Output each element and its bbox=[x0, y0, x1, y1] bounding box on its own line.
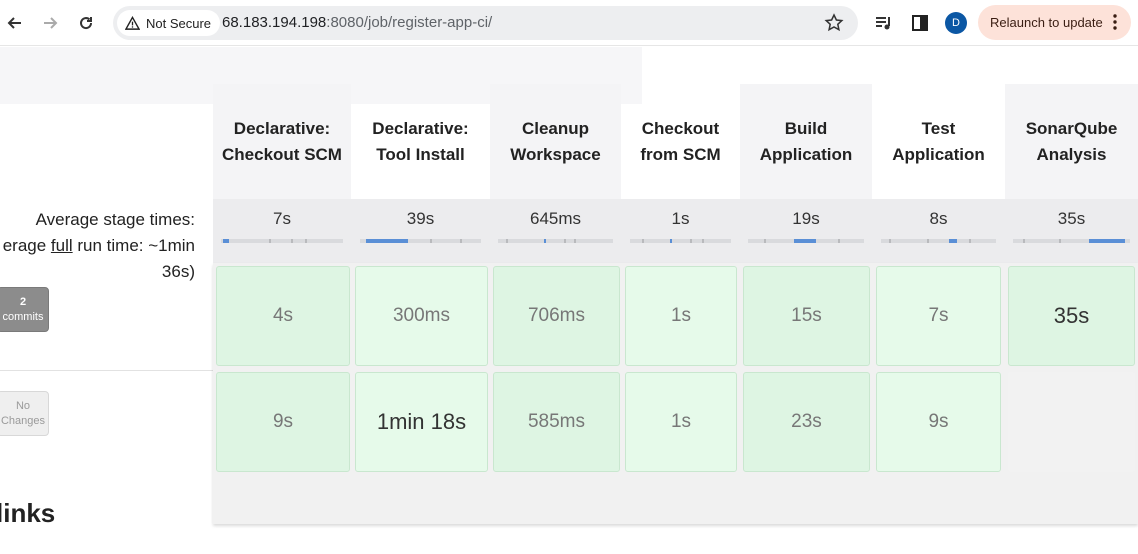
relaunch-label: Relaunch to update bbox=[990, 15, 1103, 30]
stage-cell[interactable]: 706ms bbox=[493, 266, 620, 366]
duration-bar bbox=[748, 239, 864, 243]
duration-bar bbox=[360, 239, 481, 243]
avg-cell: 8s bbox=[873, 199, 1004, 263]
stage-cell[interactable]: 9s bbox=[216, 372, 350, 472]
stage-view-table: Declarative: Checkout SCM Declarative: T… bbox=[213, 84, 1138, 524]
stage-cell[interactable]: 7s bbox=[876, 266, 1001, 366]
stage-header-sonarqube-analysis[interactable]: SonarQube Analysis bbox=[1005, 84, 1138, 199]
url-host: 68.183.194.198 bbox=[222, 14, 327, 31]
avg-cell: 1s bbox=[622, 199, 739, 263]
stage-cell[interactable]: 4s bbox=[216, 266, 350, 366]
full-link[interactable]: full bbox=[51, 236, 73, 255]
avg-cell: 35s bbox=[1005, 199, 1138, 263]
stage-cell-empty bbox=[1008, 372, 1135, 472]
stage-cell[interactable]: 585ms bbox=[493, 372, 620, 472]
media-queue-icon[interactable] bbox=[873, 12, 895, 34]
stage-cell[interactable]: 15s bbox=[743, 266, 870, 366]
stage-header-build-application[interactable]: Build Application bbox=[740, 84, 872, 199]
stage-header-tool-install[interactable]: Declarative: Tool Install bbox=[352, 84, 489, 199]
changes-badge[interactable]: 2 commits bbox=[0, 287, 49, 332]
links-heading: links bbox=[0, 498, 56, 528]
no-changes-badge[interactable]: No Changes bbox=[0, 391, 49, 436]
average-full-run-label: erage full run time: ~1min bbox=[2, 236, 195, 255]
profile-avatar[interactable]: D bbox=[945, 12, 967, 34]
stage-cell[interactable]: 1s bbox=[625, 372, 737, 472]
stage-header-checkout-from-scm[interactable]: Checkout from SCM bbox=[622, 84, 739, 199]
avg-cell: 39s bbox=[352, 199, 489, 263]
avg-cell: 19s bbox=[740, 199, 872, 263]
side-panel-icon[interactable] bbox=[909, 12, 931, 34]
run-row-2: No Changes bbox=[0, 370, 213, 476]
stage-header-cleanup-workspace[interactable]: Cleanup Workspace bbox=[490, 84, 621, 199]
stage-cell[interactable]: 1min 18s bbox=[355, 372, 488, 472]
stage-cell[interactable]: 1s bbox=[625, 266, 737, 366]
duration-bar bbox=[221, 239, 343, 243]
security-chip-label: Not Secure bbox=[146, 15, 212, 31]
average-stage-times-label: Average stage times: bbox=[35, 210, 195, 229]
url-text[interactable]: 68.183.194.198:8080/job/register-app-ci/ bbox=[222, 14, 492, 31]
address-bar[interactable]: Not Secure 68.183.194.198:8080/job/regis… bbox=[113, 6, 858, 40]
browser-toolbar: Not Secure 68.183.194.198:8080/job/regis… bbox=[0, 0, 1138, 46]
duration-bar bbox=[881, 239, 996, 243]
average-times-row: 7s 39s 645ms 1s 19s 8s 35s bbox=[213, 199, 1138, 263]
avg-cell: 645ms bbox=[490, 199, 621, 263]
stage-header-checkout-scm[interactable]: Declarative: Checkout SCM bbox=[213, 84, 351, 199]
url-path: :8080/job/register-app-ci/ bbox=[326, 14, 493, 31]
duration-bar bbox=[498, 239, 613, 243]
bookmark-star-icon[interactable] bbox=[824, 13, 844, 33]
page-content: Average stage times: erage full run time… bbox=[0, 47, 1138, 554]
duration-bar bbox=[1013, 239, 1130, 243]
stage-cell[interactable]: 9s bbox=[876, 372, 1001, 472]
duration-bar bbox=[630, 239, 731, 243]
more-menu-icon[interactable] bbox=[1113, 14, 1117, 30]
stage-cell[interactable]: 35s bbox=[1008, 266, 1135, 366]
forward-icon[interactable] bbox=[38, 11, 62, 35]
avg-cell: 7s bbox=[213, 199, 351, 263]
relaunch-button[interactable]: Relaunch to update bbox=[978, 5, 1131, 40]
stage-header-row: Declarative: Checkout SCM Declarative: T… bbox=[213, 84, 1138, 199]
back-icon[interactable] bbox=[3, 11, 27, 35]
stage-cell[interactable]: 300ms bbox=[355, 266, 488, 366]
stage-cell[interactable]: 23s bbox=[743, 372, 870, 472]
reload-icon[interactable] bbox=[74, 11, 98, 35]
security-chip[interactable]: Not Secure bbox=[117, 10, 221, 36]
stage-header-test-application[interactable]: Test Application bbox=[873, 84, 1004, 199]
run-row-1: 2 commits bbox=[0, 264, 213, 370]
warning-icon bbox=[125, 15, 140, 30]
